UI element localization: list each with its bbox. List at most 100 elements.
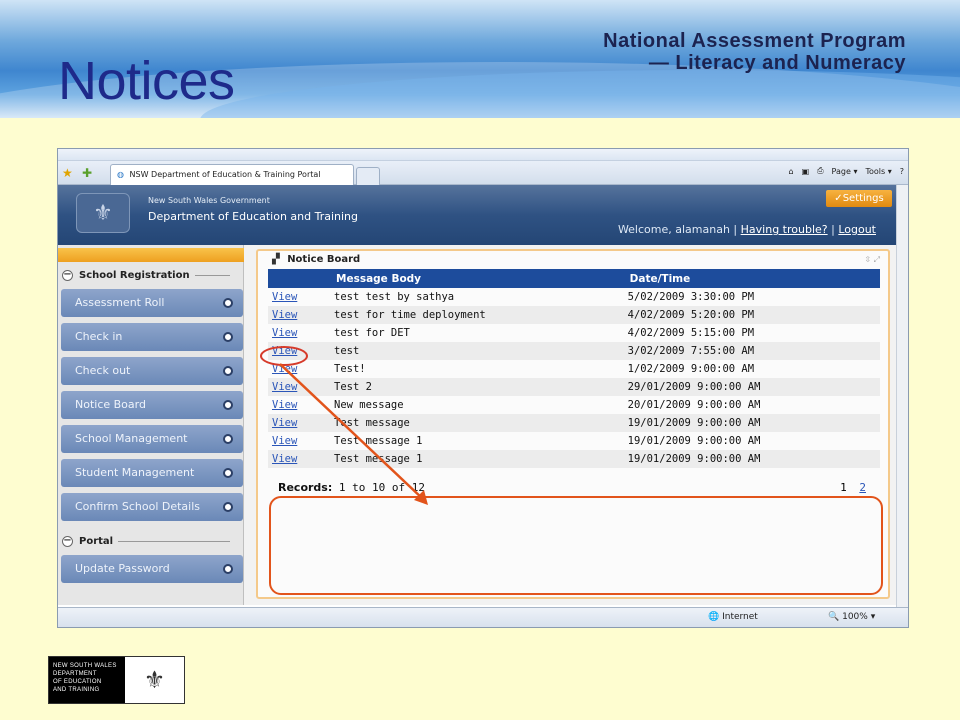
- table-row: View Test message 1 19/01/2009 9:00:00 AM: [268, 450, 880, 468]
- date-time: 1/02/2009 9:00:00 AM: [627, 363, 755, 375]
- date-time: 4/02/2009 5:20:00 PM: [621, 306, 880, 324]
- view-link[interactable]: View: [268, 450, 328, 468]
- sidebar-item-check-in[interactable]: Check in: [61, 323, 243, 351]
- sidebar: − School Registration Assessment Roll Ch…: [58, 245, 244, 605]
- message-body: Test message 1: [334, 435, 423, 447]
- sidebar-item-label: Assessment Roll: [75, 296, 165, 309]
- bullet-icon: [223, 434, 233, 444]
- panel-controls-icon[interactable]: ⇳ ⤢: [864, 251, 880, 269]
- having-trouble-link[interactable]: Having trouble?: [741, 223, 828, 236]
- sidebar-item-label: Update Password: [75, 562, 170, 575]
- home-icon[interactable]: ⌂: [789, 167, 794, 176]
- new-tab-button[interactable]: [356, 167, 380, 185]
- sidebar-item-label: School Management: [75, 432, 188, 445]
- ie-page-icon: ◍: [117, 170, 124, 179]
- table-row: View test test by sathya 5/02/2009 3:30:00…: [268, 288, 880, 306]
- date-time: 19/01/2009 9:00:00 AM: [621, 450, 880, 468]
- zoom-icon: 🔍: [828, 612, 840, 622]
- sidebar-item-notice-board[interactable]: Notice Board: [61, 391, 243, 419]
- logo-line: NEW SOUTH WALES: [53, 663, 117, 669]
- view-link[interactable]: View: [268, 414, 328, 432]
- records-summary: Records: 1 to 10 of 12: [278, 481, 425, 494]
- feeds-icon[interactable]: ▣: [802, 167, 810, 176]
- sidebar-item-check-out[interactable]: Check out: [61, 357, 243, 385]
- page-menu[interactable]: Page ▾: [832, 167, 858, 176]
- view-link[interactable]: View: [268, 306, 328, 324]
- print-icon[interactable]: ⎙: [817, 166, 823, 176]
- section-portal[interactable]: − Portal: [62, 533, 230, 549]
- internet-zone-label: Internet: [722, 612, 758, 622]
- message-body: New message: [334, 399, 404, 411]
- table-row: View New message 20/01/2009 9:00:00 AM: [268, 396, 880, 414]
- message-body: test test by sathya: [334, 291, 455, 303]
- section-rule: [194, 274, 230, 276]
- section-title: Portal: [79, 535, 114, 547]
- view-link[interactable]: View: [268, 396, 328, 414]
- logout-link[interactable]: Logout: [838, 223, 876, 236]
- sidebar-item-confirm-school-details[interactable]: Confirm School Details: [61, 493, 243, 521]
- table-row: View test 3/02/2009 7:55:00 AM: [268, 342, 880, 360]
- message-body: test: [328, 342, 622, 360]
- table-row: View test for time deployment 4/02/2009 5:…: [268, 306, 880, 324]
- bullet-icon: [223, 468, 233, 478]
- add-favorites-icon[interactable]: ✚: [82, 166, 92, 180]
- sidebar-item-label: Check in: [75, 330, 123, 343]
- page-2-link[interactable]: 2: [859, 481, 866, 494]
- program-title-line2: — Literacy and Numeracy: [648, 52, 906, 74]
- message-body: Test message 1: [328, 450, 622, 468]
- sidebar-item-school-management[interactable]: School Management: [61, 425, 243, 453]
- panel-header: ▞ Notice Board ⇳ ⤢: [258, 251, 888, 269]
- browser-toolbar: [58, 149, 908, 161]
- tools-menu[interactable]: Tools ▾: [865, 167, 891, 176]
- welcome-separator: |: [831, 223, 835, 236]
- check-icon: ✓: [834, 193, 843, 204]
- favorites-star-icon[interactable]: ★: [62, 166, 73, 180]
- sidebar-item-student-management[interactable]: Student Management: [61, 459, 243, 487]
- message-body: test for DET: [334, 327, 410, 339]
- sidebar-top-bar: [58, 248, 244, 262]
- sidebar-item-assessment-roll[interactable]: Assessment Roll: [61, 289, 243, 317]
- slide-header: Notices National Assessment Program — Li…: [0, 0, 960, 118]
- col-date-time: Date/Time: [621, 269, 880, 288]
- section-school-registration[interactable]: − School Registration: [62, 267, 230, 283]
- welcome-text: Welcome, alamanah |: [617, 223, 738, 236]
- panel-title: Notice Board: [287, 254, 361, 265]
- settings-button[interactable]: ✓Settings: [826, 190, 892, 207]
- nsw-det-logo: NEW SOUTH WALES DEPARTMENT OF EDUCATION …: [48, 656, 185, 704]
- slide-title: Notices: [58, 51, 235, 111]
- sidebar-item-update-password[interactable]: Update Password: [61, 555, 243, 583]
- view-link[interactable]: View: [268, 324, 328, 342]
- collapse-icon[interactable]: −: [62, 269, 73, 281]
- help-icon[interactable]: ?: [900, 167, 904, 176]
- bullet-icon: [223, 564, 233, 574]
- portal-department: Department of Education and Training: [148, 210, 359, 223]
- bullet-icon: [223, 400, 233, 410]
- section-title: School Registration: [79, 269, 190, 281]
- collapse-icon[interactable]: −: [62, 535, 73, 547]
- browser-status-bar: 🌐 Internet 🔍 100% ▾: [58, 607, 908, 627]
- bullet-icon: [223, 502, 233, 512]
- browser-tab[interactable]: ◍ NSW Department of Education & Training…: [110, 164, 354, 185]
- portal-government: New South Wales Government: [148, 196, 270, 205]
- notice-table: Message Body Date/Time View test test by …: [268, 269, 880, 468]
- message-body: Test 2: [328, 378, 622, 396]
- page-1: 1: [840, 481, 847, 494]
- date-time: 3/02/2009 7:55:00 AM: [621, 342, 880, 360]
- annotation-message-box: [269, 496, 883, 595]
- view-link[interactable]: View: [268, 288, 328, 306]
- bullet-icon: [223, 332, 233, 342]
- table-row: View Test message 19/01/2009 9:00:00 AM: [268, 414, 880, 432]
- view-link[interactable]: View: [268, 432, 328, 450]
- records-text: 1 to 10 of 12: [338, 481, 425, 494]
- col-message-body: Message Body: [328, 269, 622, 288]
- browser-tab-title: NSW Department of Education & Training P…: [129, 170, 321, 179]
- table-row: View Test 2 29/01/2009 9:00:00 AM: [268, 378, 880, 396]
- zoom-control[interactable]: 🔍 100% ▾: [828, 612, 875, 622]
- date-time: 4/02/2009 5:15:00 PM: [627, 327, 755, 339]
- logo-text: NEW SOUTH WALES DEPARTMENT OF EDUCATION …: [49, 657, 125, 703]
- internet-zone: 🌐 Internet: [708, 612, 758, 622]
- page-scrollbar[interactable]: [896, 185, 908, 609]
- view-link[interactable]: View: [268, 378, 328, 396]
- zoom-level: 100%: [842, 612, 868, 622]
- logo-line: AND TRAINING: [53, 687, 100, 693]
